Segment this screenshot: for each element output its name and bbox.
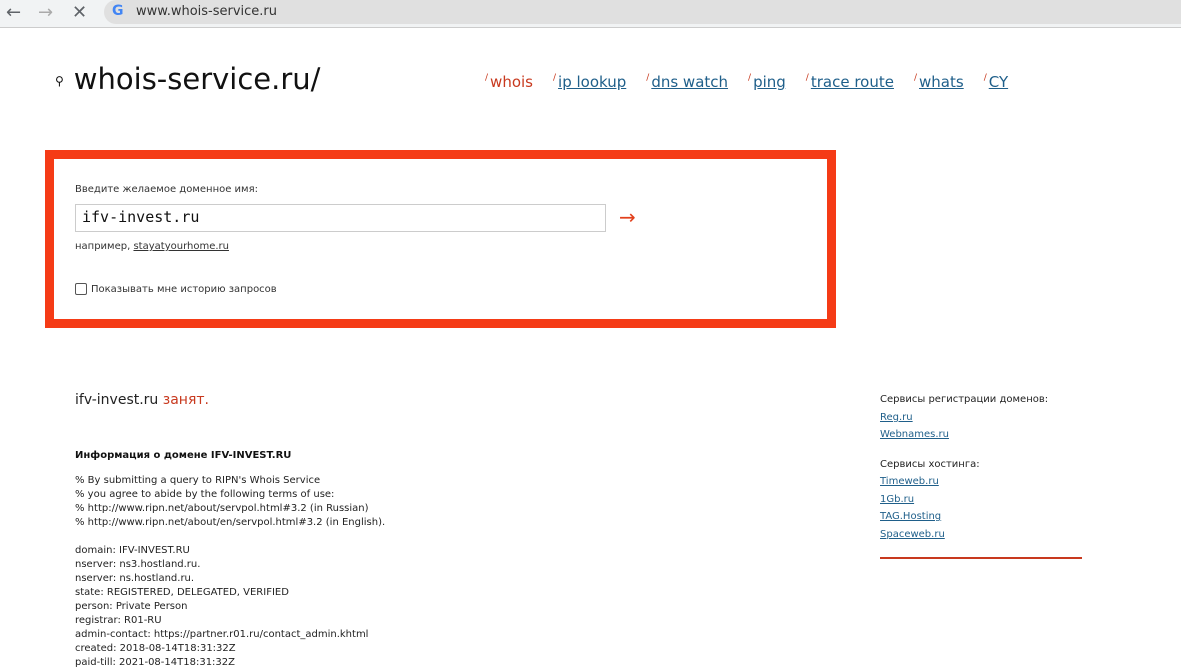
whois-line: created: 2018-08-14T18:31:32Z bbox=[75, 643, 236, 654]
address-bar[interactable]: G www.whois-service.ru bbox=[104, 0, 1181, 24]
forward-icon[interactable]: → bbox=[38, 2, 53, 23]
history-checkbox[interactable]: Показывать мне историю запросов bbox=[75, 283, 277, 295]
nav-cy[interactable]: CY bbox=[989, 73, 1008, 91]
host-link[interactable]: TAG.Hosting bbox=[880, 508, 1082, 526]
divider bbox=[880, 557, 1082, 559]
whois-line: % you agree to abide by the following te… bbox=[75, 489, 335, 500]
host-link[interactable]: Timeweb.ru bbox=[880, 473, 1082, 491]
whois-line: % By submitting a query to RIPN's Whois … bbox=[75, 475, 321, 486]
url-text: www.whois-service.ru bbox=[136, 4, 278, 19]
domain-label: Введите желаемое доменное имя: bbox=[75, 184, 258, 195]
whois-output: % By submitting a query to RIPN's Whois … bbox=[75, 474, 385, 670]
google-icon: G bbox=[112, 3, 124, 19]
logo-text: whois-service.ru/ bbox=[73, 62, 321, 96]
nav-whois[interactable]: whois bbox=[490, 73, 533, 91]
whois-line: % http://www.ripn.net/about/en/servpol.h… bbox=[75, 517, 386, 528]
info-heading: Информация о домене IFV-INVEST.RU bbox=[75, 450, 292, 461]
search-icon: ⚲ bbox=[55, 74, 64, 88]
nav-ping[interactable]: ping bbox=[753, 73, 786, 91]
whois-line: nserver: ns3.hostland.ru. bbox=[75, 559, 201, 570]
search-form: Введите желаемое доменное имя: ifv-inves… bbox=[45, 150, 836, 328]
nav-dns-watch[interactable]: dns watch bbox=[651, 73, 728, 91]
whois-line: % http://www.ripn.net/about/servpol.html… bbox=[75, 503, 369, 514]
domain-input[interactable]: ifv-invest.ru bbox=[75, 204, 606, 232]
submit-arrow-button[interactable]: → bbox=[619, 205, 636, 229]
host-link[interactable]: 1Gb.ru bbox=[880, 491, 1082, 509]
example-hint: например, stayatyourhome.ru bbox=[75, 241, 229, 252]
whois-line: person: Private Person bbox=[75, 601, 188, 612]
example-link[interactable]: stayatyourhome.ru bbox=[133, 241, 229, 252]
reg-link[interactable]: Webnames.ru bbox=[880, 426, 1082, 444]
host-title: Сервисы хостинга: bbox=[880, 458, 980, 470]
host-link[interactable]: Spaceweb.ru bbox=[880, 526, 1082, 544]
whois-line bbox=[75, 530, 385, 544]
whois-line: admin-contact: https://partner.r01.ru/co… bbox=[75, 629, 369, 640]
nav-whats[interactable]: whats bbox=[919, 73, 964, 91]
whois-line: nserver: ns.hostland.ru. bbox=[75, 573, 195, 584]
whois-line: paid-till: 2021-08-14T18:31:32Z bbox=[75, 657, 235, 668]
site-logo[interactable]: ⚲ whois-service.ru/ bbox=[55, 62, 320, 96]
reg-link[interactable]: Reg.ru bbox=[880, 409, 1082, 427]
nav-ip-lookup[interactable]: ip lookup bbox=[558, 73, 626, 91]
whois-line: state: REGISTERED, DELEGATED, VERIFIED bbox=[75, 587, 289, 598]
sidebar: Сервисы регистрации доменов: Reg.ru Webn… bbox=[880, 391, 1082, 559]
browser-toolbar: ← → ✕ G www.whois-service.ru bbox=[0, 0, 1181, 28]
whois-line: domain: IFV-INVEST.RU bbox=[75, 545, 190, 556]
reg-title: Сервисы регистрации доменов: bbox=[880, 394, 1049, 405]
checkbox-box[interactable] bbox=[75, 283, 87, 295]
domain-status: ifv-invest.ru занят. bbox=[75, 392, 209, 408]
nav-trace-route[interactable]: trace route bbox=[811, 73, 894, 91]
back-icon[interactable]: ← bbox=[6, 2, 21, 23]
stop-icon[interactable]: ✕ bbox=[72, 2, 87, 23]
whois-line: registrar: R01-RU bbox=[75, 615, 162, 626]
main-nav: / whois / ip lookup / dns watch / ping / trac… bbox=[485, 73, 1009, 91]
